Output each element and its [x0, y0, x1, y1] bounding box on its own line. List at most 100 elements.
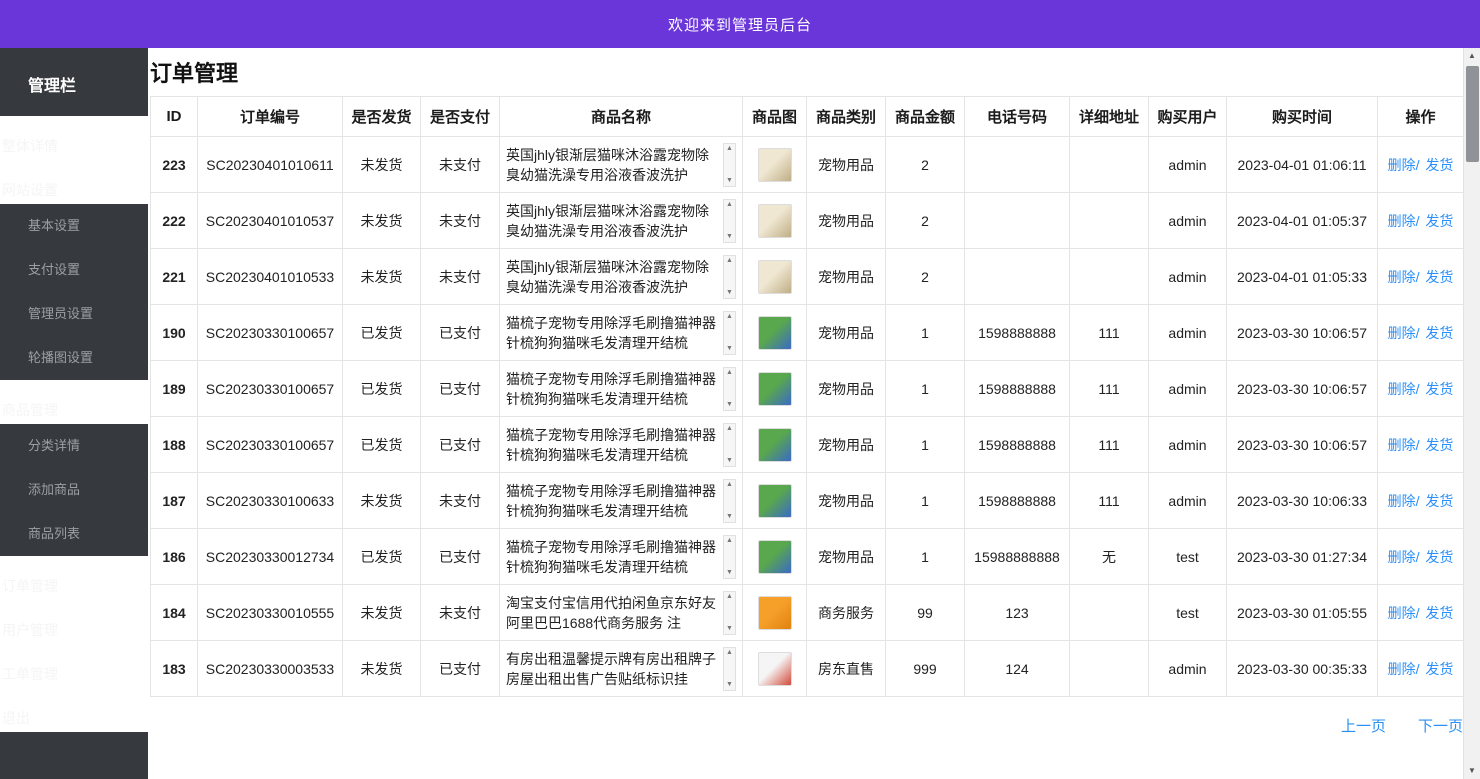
action-separator: /: [1415, 604, 1420, 621]
product-name-box: 有房出租温馨提示牌有房出租牌子房屋出租出售广告贴纸标识挂 ▲ ▼: [506, 646, 736, 691]
product-name-scrollbar[interactable]: ▲ ▼: [723, 590, 736, 635]
ship-link[interactable]: 发货: [1425, 269, 1453, 285]
product-image-cell: [742, 528, 807, 585]
product-amount: 2: [885, 136, 965, 193]
sidebar-item-product-list[interactable]: 商品列表: [0, 512, 148, 556]
table-header-row: ID 订单编号 是否发货 是否支付 商品名称 商品图 商品类别 商品金额 电话号码 详细地址 购买用…: [150, 96, 1464, 137]
sidebar: 管理栏 整体详情 网站设置 基本设置 支付设置 管理员设置 轮播图设置 商品管理 分类详情 添加…: [0, 48, 148, 779]
sidebar-item-user-management[interactable]: 用户管理: [0, 600, 148, 644]
action-separator: /: [1415, 548, 1420, 565]
delete-link[interactable]: 删除: [1388, 213, 1416, 229]
scroll-up-icon[interactable]: ▲: [726, 480, 733, 490]
action-separator: /: [1415, 380, 1420, 397]
ship-link[interactable]: 发货: [1425, 157, 1453, 173]
scroll-up-icon[interactable]: ▲: [726, 648, 733, 658]
table-row: 189 SC20230330100657 已发货 已支付 猫梳子宠物专用除浮毛刷撸猫神器…: [150, 360, 1464, 417]
taobao-service-thumb: [757, 595, 792, 630]
scroll-down-icon[interactable]: ▼: [726, 680, 733, 690]
scroll-down-icon[interactable]: ▼: [726, 512, 733, 522]
product-name-scrollbar[interactable]: ▲ ▼: [723, 478, 736, 523]
scroll-up-icon[interactable]: ▲: [726, 592, 733, 602]
scroll-down-icon[interactable]: ▼: [726, 624, 733, 634]
delete-link[interactable]: 删除: [1388, 661, 1416, 677]
purchase-time: 2023-03-30 00:35:33: [1226, 640, 1378, 697]
scroll-down-icon[interactable]: ▼: [726, 400, 733, 410]
delete-link[interactable]: 删除: [1388, 381, 1416, 397]
table-row: 222 SC20230401010537 未发货 未支付 英国jhly银渐层猫咪沐浴露宠…: [150, 192, 1464, 249]
buyer-user: admin: [1148, 192, 1227, 249]
ship-link[interactable]: 发货: [1425, 213, 1453, 229]
scroll-down-icon[interactable]: ▼: [726, 232, 733, 242]
sidebar-item-logout[interactable]: 退出: [0, 688, 148, 732]
scroll-down-icon[interactable]: ▼: [726, 456, 733, 466]
delete-link[interactable]: 删除: [1388, 437, 1416, 453]
product-name-text: 猫梳子宠物专用除浮毛刷撸猫神器针梳狗狗猫咪毛发清理开结梳: [506, 314, 716, 351]
product-name-scrollbar[interactable]: ▲ ▼: [723, 254, 736, 299]
ship-link[interactable]: 发货: [1425, 605, 1453, 621]
ship-link[interactable]: 发货: [1425, 437, 1453, 453]
scroll-up-icon[interactable]: ▲: [726, 200, 733, 210]
scroll-down-icon[interactable]: ▼: [1464, 763, 1480, 779]
order-id: 189: [150, 360, 198, 417]
scroll-up-icon[interactable]: ▲: [726, 144, 733, 154]
column-header: 详细地址: [1069, 96, 1149, 137]
table-row: 183 SC20230330003533 未发货 已支付 有房出租温馨提示牌有房出租牌子…: [150, 640, 1464, 697]
purchase-time: 2023-03-30 10:06:33: [1226, 472, 1378, 529]
product-name-scrollbar[interactable]: ▲ ▼: [723, 422, 736, 467]
scroll-down-icon[interactable]: ▼: [726, 568, 733, 578]
order-id: 186: [150, 528, 198, 585]
sidebar-title: 管理栏: [28, 78, 77, 95]
product-name-box: 淘宝支付宝信用代拍闲鱼京东好友阿里巴巴1688代商务服务 注 ▲ ▼: [506, 590, 736, 635]
scroll-up-icon[interactable]: ▲: [1464, 48, 1480, 64]
scroll-up-icon[interactable]: ▲: [726, 312, 733, 322]
sidebar-item-admin-settings[interactable]: 管理员设置: [0, 292, 148, 336]
buyer-user: admin: [1148, 472, 1227, 529]
ship-link[interactable]: 发货: [1425, 493, 1453, 509]
product-name-scrollbar[interactable]: ▲ ▼: [723, 310, 736, 355]
ship-link[interactable]: 发货: [1425, 381, 1453, 397]
ship-link[interactable]: 发货: [1425, 325, 1453, 341]
product-name-scrollbar[interactable]: ▲ ▼: [723, 198, 736, 243]
ship-link[interactable]: 发货: [1425, 661, 1453, 677]
scroll-down-icon[interactable]: ▼: [726, 344, 733, 354]
pay-status: 未支付: [420, 472, 500, 529]
prev-page-link[interactable]: 上一页: [1341, 715, 1386, 736]
sidebar-item-product-management[interactable]: 商品管理: [0, 380, 148, 424]
scroll-up-icon[interactable]: ▲: [726, 368, 733, 378]
page-scrollbar[interactable]: ▲ ▼: [1463, 48, 1480, 779]
scroll-down-icon[interactable]: ▼: [726, 176, 733, 186]
delete-link[interactable]: 删除: [1388, 325, 1416, 341]
ship-link[interactable]: 发货: [1425, 549, 1453, 565]
product-name-scrollbar[interactable]: ▲ ▼: [723, 646, 736, 691]
scroll-down-icon[interactable]: ▼: [726, 288, 733, 298]
product-name-scrollbar[interactable]: ▲ ▼: [723, 534, 736, 579]
scroll-up-icon[interactable]: ▲: [726, 424, 733, 434]
delete-link[interactable]: 删除: [1388, 605, 1416, 621]
product-name-scrollbar[interactable]: ▲ ▼: [723, 142, 736, 187]
sidebar-item-ticket-management[interactable]: 工单管理: [0, 644, 148, 688]
column-header: 商品类别: [806, 96, 886, 137]
sidebar-item-site-settings[interactable]: 网站设置: [0, 160, 148, 204]
scroll-up-icon[interactable]: ▲: [726, 536, 733, 546]
product-name-scrollbar[interactable]: ▲ ▼: [723, 366, 736, 411]
product-amount: 1: [885, 472, 965, 529]
table-row: 190 SC20230330100657 已发货 已支付 猫梳子宠物专用除浮毛刷撸猫神器…: [150, 304, 1464, 361]
delete-link[interactable]: 删除: [1388, 157, 1416, 173]
delete-link[interactable]: 删除: [1388, 493, 1416, 509]
delete-link[interactable]: 删除: [1388, 269, 1416, 285]
sidebar-item-order-management[interactable]: 订单管理: [0, 556, 148, 600]
sidebar-item-carousel-settings[interactable]: 轮播图设置: [0, 336, 148, 380]
scrollbar-thumb[interactable]: [1466, 66, 1479, 162]
product-amount: 1: [885, 416, 965, 473]
detail-address: [1069, 640, 1149, 697]
sidebar-item-overview[interactable]: 整体详情: [0, 116, 148, 160]
order-id: 223: [150, 136, 198, 193]
sidebar-item-add-product[interactable]: 添加商品: [0, 468, 148, 512]
next-page-link[interactable]: 下一页: [1418, 715, 1463, 736]
column-header: 商品图: [742, 96, 807, 137]
product-image-cell: [742, 584, 807, 641]
phone-number: [964, 248, 1070, 305]
scroll-up-icon[interactable]: ▲: [726, 256, 733, 266]
sidebar-item-payment-settings[interactable]: 支付设置: [0, 248, 148, 292]
delete-link[interactable]: 删除: [1388, 549, 1416, 565]
